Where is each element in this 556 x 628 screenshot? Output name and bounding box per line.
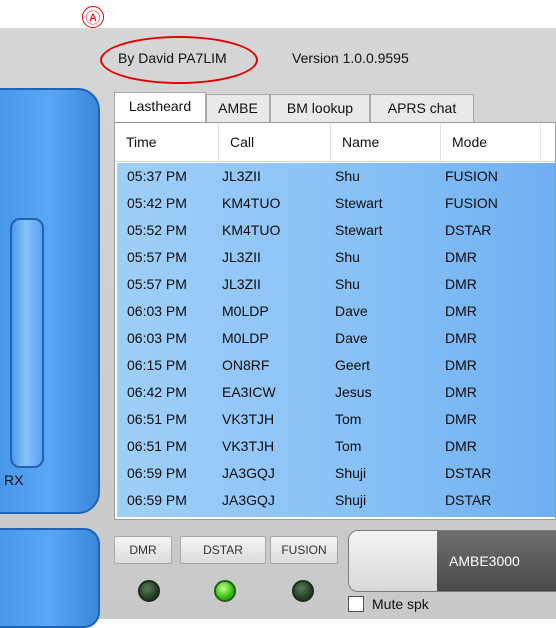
cell-call: JL3ZII xyxy=(222,168,261,184)
cell-mode: DMR xyxy=(445,276,477,292)
cell-call: JA3GQJ xyxy=(222,492,275,508)
cell-name: Shu xyxy=(335,249,360,265)
cell-time: 05:42 PM xyxy=(127,195,187,211)
cell-mode: DMR xyxy=(445,249,477,265)
cell-time: 06:51 PM xyxy=(127,438,187,454)
cell-call: JL3ZII xyxy=(222,276,261,292)
cell-name: Stewart xyxy=(335,195,383,211)
cell-time: 06:59 PM xyxy=(127,465,187,481)
table-row[interactable]: 06:59 PM JA3GQJ Shuji DSTAR xyxy=(117,487,555,513)
table-row[interactable]: 06:15 PM ON8RF Geert DMR xyxy=(117,352,555,378)
cell-mode: FUSION xyxy=(445,195,498,211)
mute-speaker-label: Mute spk xyxy=(372,596,429,612)
rx-label: RX xyxy=(4,472,24,488)
list-rows: 05:37 PM JL3ZII Shu FUSION 05:42 PM KM4TUO Ste… xyxy=(117,163,555,517)
cell-name: Dave xyxy=(335,330,368,346)
mute-speaker-checkbox[interactable] xyxy=(348,596,364,612)
cell-time: 06:15 PM xyxy=(127,357,187,373)
table-row[interactable]: 06:51 PM VK3TJH Tom DMR xyxy=(117,433,555,459)
cell-name: Shuji xyxy=(335,492,367,508)
table-row[interactable]: 05:57 PM JL3ZII Shu DMR xyxy=(117,244,555,270)
cell-name: Stewart xyxy=(335,222,383,238)
list-header: Time Call Name Mode xyxy=(115,123,555,162)
cell-name: Shu xyxy=(335,276,360,292)
cell-mode: DSTAR xyxy=(445,222,492,238)
dmr-mode-button[interactable]: DMR xyxy=(114,536,172,564)
column-header-mode[interactable]: Mode xyxy=(441,123,541,161)
fusion-status-led xyxy=(292,580,314,602)
cell-mode: DSTAR xyxy=(445,465,492,481)
column-header-call[interactable]: Call xyxy=(219,123,331,161)
annotation-marker: Ⓐ xyxy=(82,6,104,28)
table-row[interactable]: 06:03 PM M0LDP Dave DMR xyxy=(117,298,555,324)
table-row[interactable]: 06:03 PM M0LDP Dave DMR xyxy=(117,325,555,351)
cell-mode: DSTAR xyxy=(445,492,492,508)
table-row[interactable]: 05:52 PM KM4TUO Stewart DSTAR xyxy=(117,217,555,243)
cell-call: VK3TJH xyxy=(222,411,275,427)
fusion-mode-button[interactable]: FUSION xyxy=(270,536,338,564)
tab-bm-lookup[interactable]: BM lookup xyxy=(270,94,370,122)
cell-time: 06:03 PM xyxy=(127,303,187,319)
cell-call: M0LDP xyxy=(222,330,269,346)
column-header-name[interactable]: Name xyxy=(331,123,441,161)
cell-mode: DMR xyxy=(445,330,477,346)
cell-time: 05:37 PM xyxy=(127,168,187,184)
dstar-status-led xyxy=(214,580,236,602)
cell-call: M0LDP xyxy=(222,303,269,319)
left-bottom-panel[interactable] xyxy=(0,528,100,628)
ambe-toggle-knob[interactable] xyxy=(349,531,438,591)
cell-name: Tom xyxy=(335,438,362,454)
tab-ambe[interactable]: AMBE xyxy=(206,94,270,122)
cell-mode: FUSION xyxy=(445,168,498,184)
table-row[interactable]: 05:42 PM KM4TUO Stewart FUSION xyxy=(117,190,555,216)
cell-name: Shu xyxy=(335,168,360,184)
table-row[interactable]: 06:42 PM EA3ICW Jesus DMR xyxy=(117,379,555,405)
cell-time: 06:51 PM xyxy=(127,411,187,427)
cell-name: Jesus xyxy=(335,384,372,400)
author-label: By David PA7LIM xyxy=(118,50,227,66)
ambe3000-toggle[interactable]: AMBE3000 xyxy=(348,530,556,592)
cell-mode: DMR xyxy=(445,411,477,427)
cell-time: 06:59 PM xyxy=(127,492,187,508)
cell-call: KM4TUO xyxy=(222,195,281,211)
column-header-time[interactable]: Time xyxy=(115,123,219,161)
cell-time: 05:57 PM xyxy=(127,249,187,265)
tab-aprs-chat[interactable]: APRS chat xyxy=(370,94,474,122)
cell-mode: DMR xyxy=(445,384,477,400)
cell-call: EA3ICW xyxy=(222,384,276,400)
tab-lastheard[interactable]: Lastheard xyxy=(114,92,206,122)
cell-mode: DMR xyxy=(445,438,477,454)
version-label: Version 1.0.0.9595 xyxy=(292,50,409,66)
level-slider[interactable] xyxy=(10,218,44,468)
lastheard-list[interactable]: Time Call Name Mode 05:37 PM JL3ZII Shu FUS… xyxy=(114,122,556,520)
table-row[interactable]: 06:59 PM JA3GQJ Shuji DSTAR xyxy=(117,460,555,486)
cell-name: Shuji xyxy=(335,465,367,481)
dstar-mode-button[interactable]: DSTAR xyxy=(180,536,266,564)
dmr-status-led xyxy=(138,580,160,602)
cell-time: 06:03 PM xyxy=(127,330,187,346)
ambe-label: AMBE3000 xyxy=(449,553,520,569)
table-row[interactable]: 05:37 PM JL3ZII Shu FUSION xyxy=(117,163,555,189)
cell-call: JA3GQJ xyxy=(222,465,275,481)
table-row[interactable]: 06:51 PM VK3TJH Tom DMR xyxy=(117,406,555,432)
cell-name: Geert xyxy=(335,357,371,373)
cell-call: JL3ZII xyxy=(222,249,261,265)
cell-call: ON8RF xyxy=(222,357,270,373)
cell-mode: DMR xyxy=(445,303,477,319)
cell-time: 05:57 PM xyxy=(127,276,187,292)
cell-time: 05:52 PM xyxy=(127,222,187,238)
cell-call: KM4TUO xyxy=(222,222,281,238)
cell-time: 06:42 PM xyxy=(127,384,187,400)
cell-mode: DMR xyxy=(445,357,477,373)
cell-call: VK3TJH xyxy=(222,438,275,454)
cell-name: Tom xyxy=(335,411,362,427)
cell-name: Dave xyxy=(335,303,368,319)
table-row[interactable]: 05:57 PM JL3ZII Shu DMR xyxy=(117,271,555,297)
